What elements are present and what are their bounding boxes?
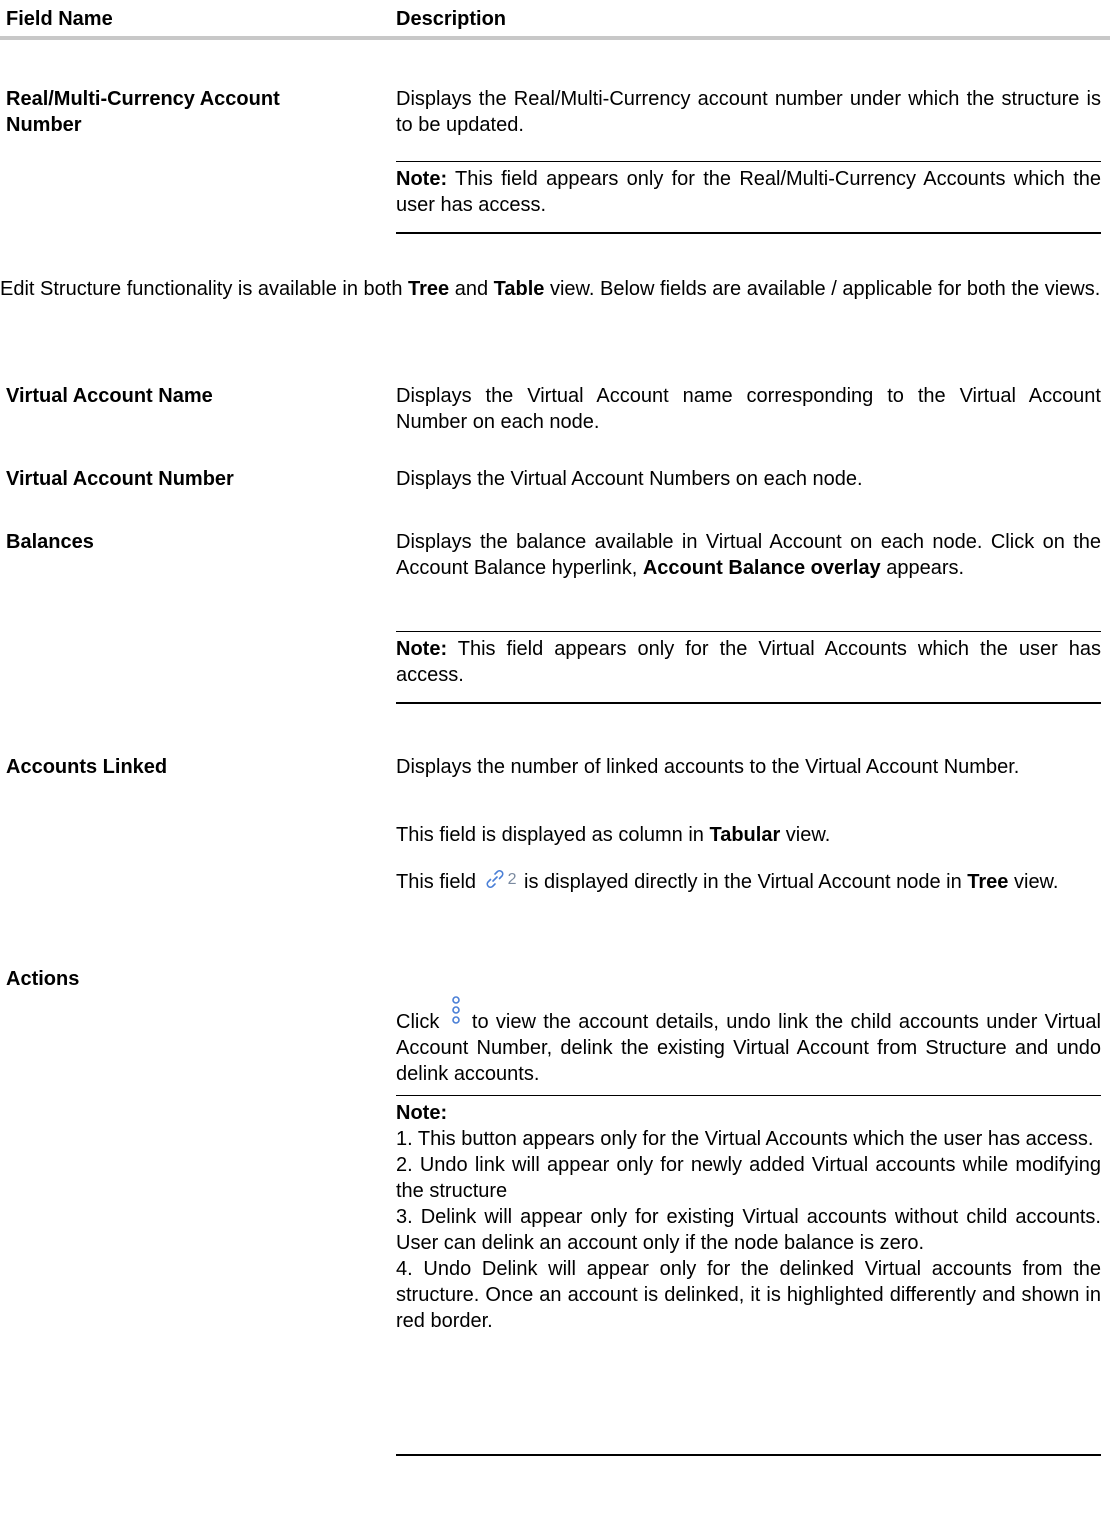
balances-text: appears.	[880, 557, 965, 579]
field-balances: Balances	[6, 531, 94, 553]
tree-text: view.	[1008, 871, 1059, 893]
field-name-line: Number	[6, 114, 82, 136]
note-item: 1. This button appears only for the Virt…	[396, 1128, 1094, 1150]
kebab-menu-icon	[451, 996, 461, 1033]
note-item: 4. Undo Delink will appear only for the …	[396, 1258, 1101, 1332]
column-header-description: Description	[396, 8, 507, 30]
tabular-text: view.	[780, 824, 831, 846]
actions-description: Click to view the account details, undo …	[396, 996, 1101, 1087]
intro-tree-label: Tree	[408, 278, 450, 300]
intro-paragraph: Edit Structure functionality is availabl…	[0, 276, 1102, 302]
actions-text: to view the account details, undo link t…	[396, 1011, 1101, 1085]
tree-text: This field	[396, 871, 482, 893]
virtual-number-description: Displays the Virtual Account Numbers on …	[396, 468, 863, 490]
virtual-name-description: Displays the Virtual Account name corres…	[396, 385, 1101, 433]
actions-text: Click	[396, 1011, 447, 1033]
note-label: Note:	[396, 638, 448, 660]
note-label: Note:	[396, 1102, 448, 1124]
intro-text: view. Below fields are available / appli…	[544, 278, 1101, 300]
linked-count: 2	[507, 871, 517, 888]
note-text: This field appears only for the Real/Mul…	[396, 168, 1101, 216]
tabular-text: This field is displayed as column in	[396, 824, 710, 846]
note-item: 2. Undo link will appear only for newly …	[396, 1154, 1101, 1202]
actions-note: Note: 1. This button appears only for th…	[396, 1095, 1101, 1456]
tree-label: Tree	[967, 871, 1009, 893]
field-name-line: Real/Multi-Currency Account	[6, 88, 280, 110]
accounts-linked-tabular: This field is displayed as column in Tab…	[396, 822, 1101, 848]
tree-text: is displayed directly in the Virtual Acc…	[518, 871, 968, 893]
account-balance-overlay-label: Account Balance overlay	[642, 557, 881, 579]
column-header-field-name: Field Name	[6, 8, 113, 30]
field-real-account-number: Real/Multi-Currency Account Number	[6, 86, 396, 138]
link-icon: 2	[484, 868, 517, 900]
field-actions: Actions	[6, 968, 80, 990]
field-accounts-linked: Accounts Linked	[6, 756, 168, 778]
field-virtual-account-number: Virtual Account Number	[6, 468, 234, 490]
accounts-linked-description: Displays the number of linked accounts t…	[396, 756, 1020, 778]
balances-description: Displays the balance available in Virtua…	[396, 529, 1101, 581]
real-account-note: Note: This field appears only for the Re…	[396, 161, 1101, 234]
balances-note: Note: This field appears only for the Vi…	[396, 631, 1101, 704]
intro-text: Edit Structure functionality is availabl…	[0, 278, 408, 300]
intro-text: and	[449, 278, 494, 300]
accounts-linked-tree: This field 2 is displayed directly in th…	[396, 868, 1101, 900]
header-divider	[0, 36, 1110, 40]
field-virtual-account-name: Virtual Account Name	[6, 385, 213, 407]
note-label: Note:	[396, 168, 448, 190]
note-text: This field appears only for the Virtual …	[396, 638, 1101, 686]
note-item: 3. Delink will appear only for existing …	[396, 1206, 1101, 1254]
intro-table-label: Table	[493, 278, 545, 300]
tabular-label: Tabular	[709, 824, 781, 846]
real-account-description: Displays the Real/Multi-Currency account…	[396, 88, 1101, 136]
